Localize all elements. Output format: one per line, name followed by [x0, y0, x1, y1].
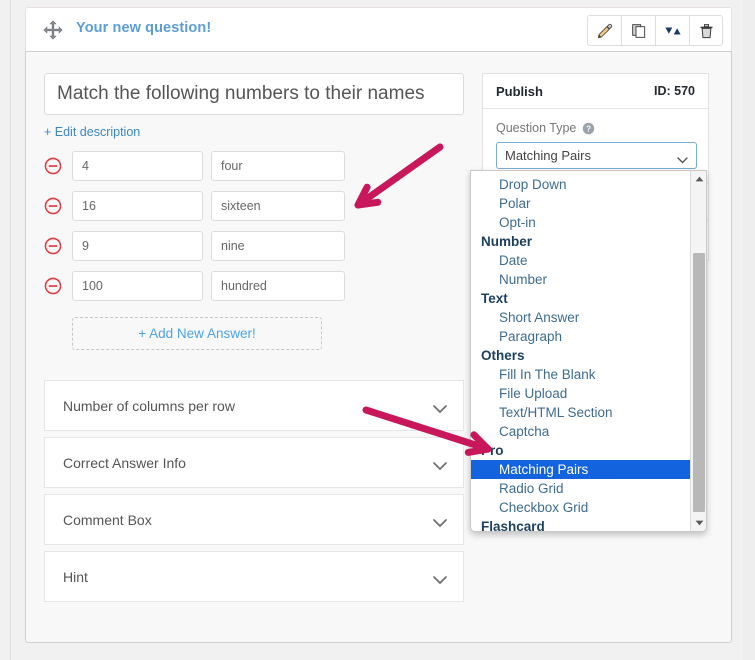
- svg-text:?: ?: [586, 124, 591, 133]
- answer-pair-row: [44, 191, 464, 221]
- right-gutter: [743, 0, 755, 660]
- accordion-label: Comment Box: [63, 511, 152, 528]
- answer-pair-row: [44, 231, 464, 261]
- question-header-card: Your new question!: [25, 7, 732, 51]
- pair-left-input[interactable]: [72, 271, 203, 301]
- duplicate-button[interactable]: [621, 15, 655, 46]
- dropdown-option[interactable]: Matching Pairs: [471, 460, 690, 479]
- question-type-dropdown[interactable]: Drop Down Polar Opt-in Number Date Number Text…: [470, 170, 707, 532]
- page-root: Your new question! Match the following n…: [0, 0, 755, 660]
- minus-circle-icon[interactable]: [44, 277, 62, 295]
- dropdown-scrollbar[interactable]: [690, 171, 706, 531]
- question-type-selected-value: Matching Pairs: [505, 148, 591, 163]
- chevron-down-icon: [677, 152, 688, 164]
- pair-left-input[interactable]: [72, 191, 203, 221]
- accordion-item-comment-box[interactable]: Comment Box: [44, 494, 464, 545]
- accordion-item-columns-per-row[interactable]: Number of columns per row: [44, 380, 464, 431]
- dropdown-option[interactable]: Number: [471, 270, 690, 289]
- chevron-down-icon: [433, 515, 447, 528]
- accordion-item-hint[interactable]: Hint: [44, 551, 464, 602]
- help-circle-icon[interactable]: ?: [582, 122, 595, 135]
- dropdown-option[interactable]: Checkbox Grid: [471, 498, 690, 517]
- question-title-input[interactable]: [44, 73, 464, 115]
- dropdown-option[interactable]: Opt-in: [471, 213, 690, 232]
- chevron-down-icon: [433, 458, 447, 471]
- accordion-label: Correct Answer Info: [63, 454, 186, 471]
- move-arrows-icon[interactable]: [42, 19, 64, 41]
- dropdown-group-label: Number: [481, 234, 533, 249]
- publish-title: Publish: [496, 83, 543, 99]
- dropdown-option[interactable]: Radio Grid: [471, 479, 690, 498]
- dropdown-option[interactable]: Date: [471, 251, 690, 270]
- left-gutter: [0, 0, 11, 660]
- dropdown-group-label: Text: [481, 291, 508, 306]
- pair-right-input[interactable]: [211, 151, 345, 181]
- accordion-label: Hint: [63, 568, 88, 585]
- accordion-item-correct-answer-info[interactable]: Correct Answer Info: [44, 437, 464, 488]
- dropdown-option[interactable]: Fill In The Blank: [471, 365, 690, 384]
- dropdown-option[interactable]: Paragraph: [471, 327, 690, 346]
- accordion-label: Number of columns per row: [63, 397, 235, 414]
- settings-accordion: Number of columns per row Correct Answer…: [44, 380, 464, 602]
- edit-button[interactable]: [587, 15, 621, 46]
- minus-circle-icon[interactable]: [44, 157, 62, 175]
- question-toolbar: [587, 15, 723, 46]
- answer-pair-row: [44, 271, 464, 301]
- question-type-label: Question Type: [496, 121, 577, 135]
- reorder-button[interactable]: [655, 15, 689, 46]
- triangle-down-icon[interactable]: [691, 515, 706, 531]
- dropdown-group-label: Flashcard: [481, 519, 545, 532]
- pair-right-input[interactable]: [211, 191, 345, 221]
- minus-circle-icon[interactable]: [44, 237, 62, 255]
- dropdown-option[interactable]: Text/HTML Section: [471, 403, 690, 422]
- dropdown-option[interactable]: Polar: [471, 194, 690, 213]
- question-type-label-row: Question Type ?: [496, 121, 695, 135]
- pair-right-input[interactable]: [211, 271, 345, 301]
- pair-left-input[interactable]: [72, 231, 203, 261]
- pair-left-input[interactable]: [72, 151, 203, 181]
- question-type-option-list[interactable]: Drop Down Polar Opt-in Number Date Number Text…: [471, 171, 690, 531]
- dropdown-option[interactable]: Drop Down: [471, 175, 690, 194]
- chevron-down-icon: [433, 401, 447, 414]
- question-type-select[interactable]: Matching Pairs: [496, 142, 697, 169]
- pair-right-input[interactable]: [211, 231, 345, 261]
- dropdown-group-label: Others: [481, 348, 525, 363]
- dropdown-option[interactable]: Captcha: [471, 422, 690, 441]
- dropdown-scroll-thumb[interactable]: [693, 253, 705, 512]
- chevron-down-icon: [433, 572, 447, 585]
- add-new-answer-button[interactable]: + Add New Answer!: [72, 317, 322, 350]
- publish-panel-header: Publish ID: 570: [483, 74, 708, 109]
- delete-button[interactable]: [689, 15, 723, 46]
- dropdown-group-label: Pro: [481, 443, 504, 458]
- edit-description-link[interactable]: + Edit description: [44, 125, 140, 139]
- dropdown-option[interactable]: File Upload: [471, 384, 690, 403]
- dropdown-option[interactable]: Short Answer: [471, 308, 690, 327]
- minus-circle-icon[interactable]: [44, 197, 62, 215]
- question-id-label: ID: 570: [654, 84, 695, 98]
- answer-pairs-list: [44, 151, 464, 301]
- question-editor-column: + Edit description: [44, 73, 464, 608]
- page-title[interactable]: Your new question!: [76, 20, 211, 36]
- triangle-up-icon[interactable]: [691, 171, 706, 187]
- answer-pair-row: [44, 151, 464, 181]
